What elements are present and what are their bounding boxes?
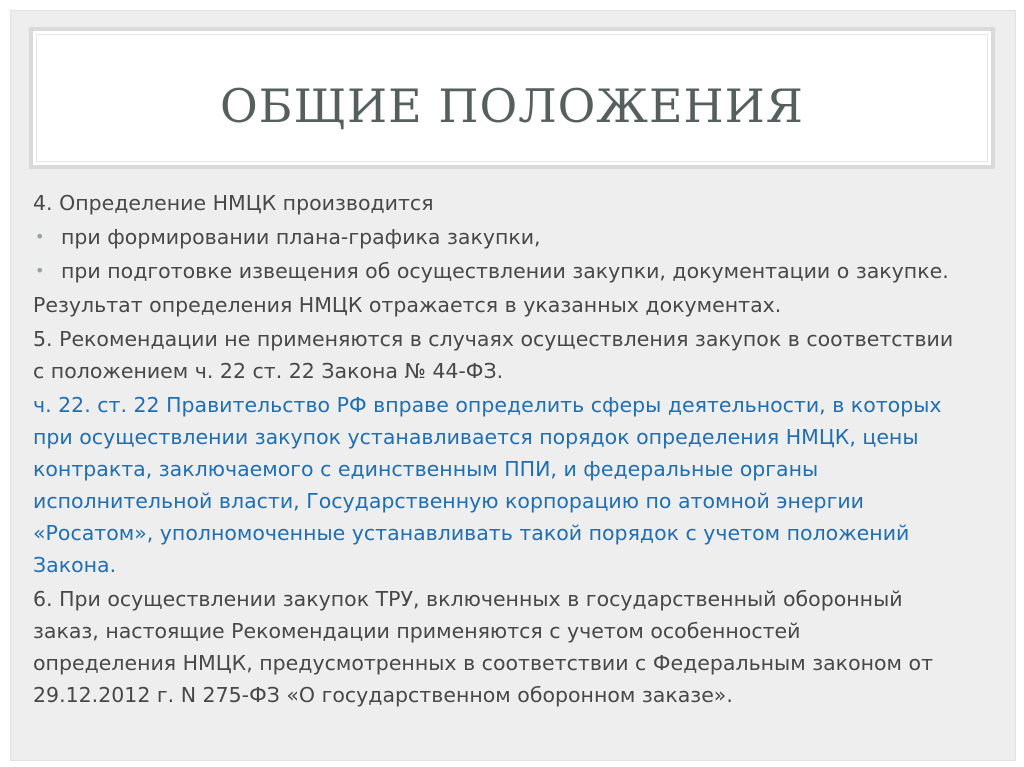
paragraph-6-line: заказ, настоящие Рекомендации применяютс… — [33, 619, 801, 643]
slide-title: ОБЩИЕ ПОЛОЖЕНИЯ — [220, 79, 804, 133]
bullet-text: при формировании плана-графика закупки, — [61, 225, 541, 249]
bullet-item: • при формировании плана-графика закупки… — [33, 221, 1005, 253]
paragraph-5-line: 5. Рекомендации не применяются в случаях… — [33, 327, 954, 351]
law-quote-line: контракта, заключаемого с единственным П… — [33, 457, 819, 481]
bullet-dot-icon: • — [35, 261, 45, 280]
paragraph-6-line: определения НМЦК, предусмотренных в соот… — [33, 651, 934, 675]
law-quote-line: ч. 22. ст. 22 Правительство РФ вправе оп… — [33, 393, 942, 417]
slide-body: 4. Определение НМЦК производится • при ф… — [33, 187, 1005, 713]
law-quote-line: Закона. — [33, 553, 117, 577]
bullet-dot-icon: • — [35, 227, 45, 246]
law-quote-line: исполнительной власти, Государственную к… — [33, 489, 864, 513]
paragraph-6-line: 6. При осуществлении закупок ТРУ, включе… — [33, 587, 903, 611]
law-quote-line: «Росатом», уполномоченные устанавливать … — [33, 521, 910, 545]
law-quote: ч. 22. ст. 22 Правительство РФ вправе оп… — [33, 389, 1005, 581]
paragraph-6: 6. При осуществлении закупок ТРУ, включе… — [33, 583, 1005, 711]
bullet-item: • при подготовке извещения об осуществле… — [33, 255, 1005, 287]
paragraph-6-line: 29.12.2012 г. N 275-ФЗ «О государственно… — [33, 683, 733, 707]
law-quote-line: при осуществлении закупок устанавливаетс… — [33, 425, 919, 449]
paragraph-5-line: с положением ч. 22 ст. 22 Закона № 44-ФЗ… — [33, 359, 504, 383]
paragraph-4-result: Результат определения НМЦК отражается в … — [33, 293, 782, 317]
paragraph-4-intro: 4. Определение НМЦК производится — [33, 191, 434, 215]
slide: ОБЩИЕ ПОЛОЖЕНИЯ 4. Определение НМЦК прои… — [10, 10, 1016, 761]
title-frame: ОБЩИЕ ПОЛОЖЕНИЯ — [29, 27, 995, 169]
bullet-text: при подготовке извещения об осуществлени… — [61, 259, 949, 283]
paragraph-5: 5. Рекомендации не применяются в случаях… — [33, 323, 1005, 387]
